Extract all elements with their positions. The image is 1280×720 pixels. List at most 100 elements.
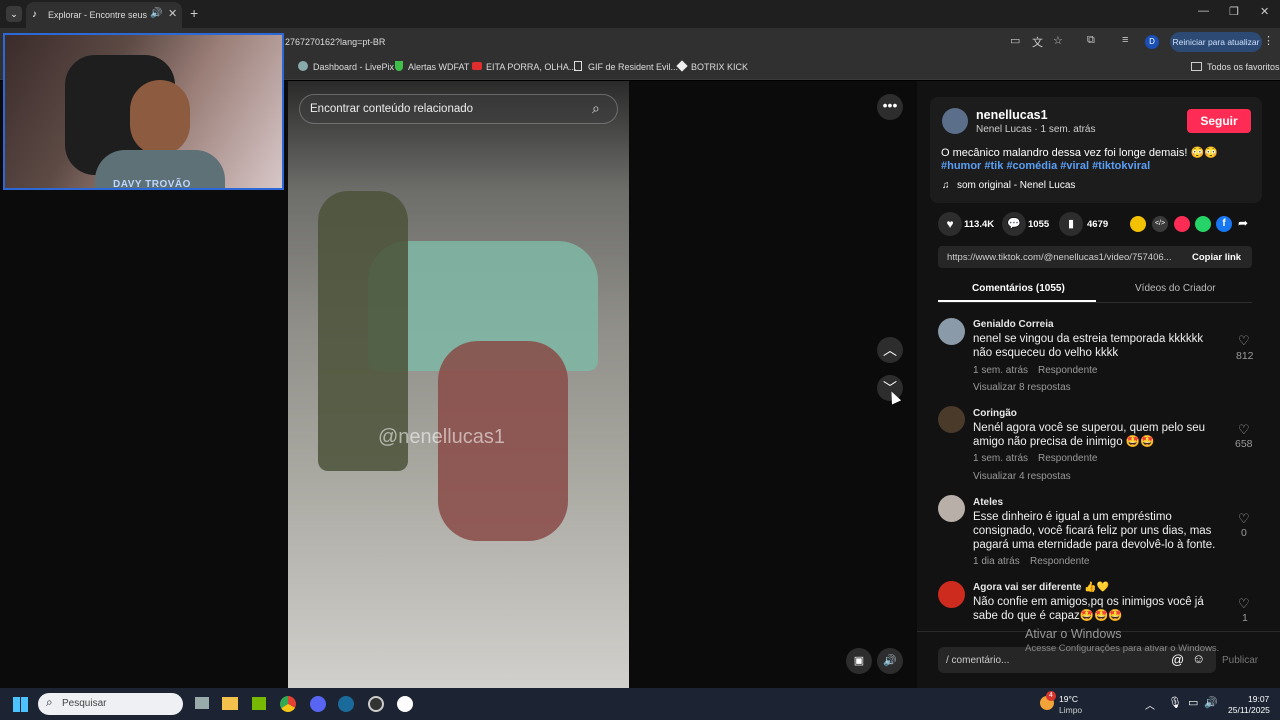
file-explorer-icon[interactable] bbox=[222, 697, 238, 710]
network-icon[interactable]: ▭ bbox=[1188, 696, 1198, 709]
discord-icon[interactable] bbox=[310, 696, 326, 712]
tray-chevron-icon[interactable]: ︿ bbox=[1145, 697, 1155, 712]
all-favorites[interactable]: Todos os favoritos bbox=[1207, 62, 1280, 72]
clock-date[interactable]: 25/11/2025 bbox=[1228, 705, 1270, 715]
windows-start-icon[interactable] bbox=[13, 697, 28, 712]
creator-username[interactable]: nenellucas1 bbox=[976, 108, 1048, 122]
hashtag[interactable]: #tiktokviral bbox=[1092, 160, 1150, 172]
volume-button[interactable]: 🔊 bbox=[877, 648, 903, 674]
update-button[interactable]: Reiniciar para atualizar bbox=[1170, 32, 1262, 52]
pip-button[interactable]: ▣ bbox=[846, 648, 872, 674]
reply-link[interactable]: Respondente bbox=[1038, 365, 1098, 376]
video-player[interactable]: @nenellucas1 bbox=[288, 81, 629, 688]
search-icon[interactable]: ⌕ bbox=[592, 100, 600, 117]
shield-icon bbox=[395, 61, 403, 71]
tab-audio-icon[interactable]: 🔊 bbox=[150, 8, 162, 19]
facebook-icon[interactable]: f bbox=[1216, 216, 1232, 232]
close-window-button[interactable]: ✕ bbox=[1260, 5, 1269, 18]
minimize-button[interactable]: — bbox=[1198, 5, 1209, 17]
menu-icon[interactable]: ⋮ bbox=[1263, 34, 1274, 47]
sound-name[interactable]: som original - Nenel Lucas bbox=[957, 180, 1075, 191]
bookmark-item[interactable]: GIF de Resident Evil... bbox=[588, 62, 678, 72]
tab-comments[interactable]: Comentários (1055) bbox=[972, 283, 1065, 294]
translate-icon[interactable]: 文 bbox=[1032, 34, 1043, 50]
comment-icon[interactable]: 💬 bbox=[1002, 212, 1026, 236]
repost-icon[interactable] bbox=[1130, 216, 1146, 232]
nvidia-icon[interactable] bbox=[252, 697, 266, 710]
hashtag[interactable]: #viral bbox=[1060, 160, 1089, 172]
streamer-head bbox=[130, 80, 190, 155]
bookmark-item[interactable]: Dashboard - LivePix bbox=[313, 62, 394, 72]
comment-like-icon[interactable]: ♡ bbox=[1238, 511, 1250, 527]
mention-icon[interactable]: @ bbox=[1171, 652, 1184, 667]
active-tab[interactable]: ♪ Explorar - Encontre seus vi 🔊 ✕ bbox=[26, 2, 182, 28]
comment-like-icon[interactable]: ♡ bbox=[1238, 422, 1250, 438]
livepix-icon bbox=[298, 61, 308, 71]
tab-list-button[interactable]: ⌄ bbox=[6, 6, 22, 22]
reading-list-icon[interactable]: ≡ bbox=[1122, 34, 1128, 46]
comment-like-count: 1 bbox=[1242, 612, 1248, 624]
restore-button[interactable]: ❐ bbox=[1229, 5, 1239, 18]
view-replies[interactable]: Visualizar 4 respostas bbox=[973, 471, 1071, 482]
reply-link[interactable]: Respondente bbox=[1038, 453, 1098, 464]
more-options-button[interactable]: ••• bbox=[877, 94, 903, 120]
copy-link-button[interactable]: Copiar link bbox=[1192, 252, 1241, 263]
tab-creator-videos[interactable]: Vídeos do Criador bbox=[1135, 283, 1216, 294]
comment-like-icon[interactable]: ♡ bbox=[1238, 596, 1250, 612]
like-icon[interactable]: ♥ bbox=[938, 212, 962, 236]
bookmark-item[interactable]: BOTRIX KICK bbox=[691, 62, 748, 72]
extensions-icon[interactable]: ⧉ bbox=[1087, 34, 1095, 47]
tab-divider bbox=[938, 302, 1252, 303]
hashtag[interactable]: #humor bbox=[941, 160, 981, 172]
reply-link[interactable]: Respondente bbox=[1030, 556, 1090, 567]
view-replies[interactable]: Visualizar 8 respostas bbox=[973, 382, 1071, 393]
share-arrow-icon[interactable]: ➦ bbox=[1238, 216, 1248, 230]
star-icon[interactable]: ☆ bbox=[1053, 34, 1063, 47]
creator-subline: Nenel Lucas · 1 sem. atrás bbox=[976, 124, 1096, 135]
commenter-avatar[interactable] bbox=[938, 318, 965, 345]
hashtag[interactable]: #tik bbox=[984, 160, 1003, 172]
commenter-avatar[interactable] bbox=[938, 495, 965, 522]
commenter-name[interactable]: Coringão bbox=[973, 408, 1017, 419]
speaker-icon[interactable]: 🔊 bbox=[1204, 696, 1218, 709]
chrome-icon[interactable] bbox=[280, 696, 296, 712]
commenter-name[interactable]: Genialdo Correia bbox=[973, 319, 1054, 330]
clock-time[interactable]: 19:07 bbox=[1248, 694, 1269, 704]
bookmark-item[interactable]: EITA PORRA, OLHA... bbox=[486, 62, 576, 72]
comment-time: 1 sem. atrás bbox=[973, 365, 1029, 376]
embed-icon[interactable]: </> bbox=[1152, 216, 1168, 232]
send-icon[interactable] bbox=[1174, 216, 1190, 232]
hashtag[interactable]: #comédia bbox=[1006, 160, 1057, 172]
creator-avatar[interactable] bbox=[942, 108, 968, 134]
weather-temp[interactable]: 19°C bbox=[1059, 694, 1078, 704]
url-field[interactable]: 2767270162?lang=pt-BR bbox=[285, 37, 385, 47]
steam-icon[interactable] bbox=[338, 696, 354, 712]
video-search-bar[interactable]: Encontrar conteúdo relacionado ⌕ bbox=[299, 94, 618, 124]
bookmark-icon[interactable]: ▮ bbox=[1059, 212, 1083, 236]
media-player-icon[interactable] bbox=[397, 696, 413, 712]
taskbar-search[interactable] bbox=[38, 693, 183, 715]
music-note-icon: ♫ bbox=[942, 180, 950, 191]
microphone-icon[interactable]: 🎙 bbox=[1168, 696, 1182, 709]
commenter-name[interactable]: Agora vai ser diferente 👍💛 bbox=[973, 582, 1109, 593]
new-tab-button[interactable]: + bbox=[190, 5, 198, 21]
tab-close-icon[interactable]: ✕ bbox=[168, 7, 177, 20]
obs-icon[interactable] bbox=[368, 696, 384, 712]
bookmark-item[interactable]: Alertas WDFAT bbox=[408, 62, 469, 72]
cast-icon[interactable]: ▭ bbox=[1010, 34, 1020, 47]
commenter-name[interactable]: Ateles bbox=[973, 497, 1003, 508]
task-view-icon[interactable] bbox=[195, 697, 209, 709]
comment-time: 1 dia atrás bbox=[973, 556, 1020, 567]
webcam-overlay: DAVY TROVÃO bbox=[3, 33, 284, 190]
commenter-avatar[interactable] bbox=[938, 406, 965, 433]
previous-video-button[interactable]: ︿ bbox=[877, 337, 903, 363]
profile-avatar[interactable]: D bbox=[1145, 35, 1159, 49]
comment-like-icon[interactable]: ♡ bbox=[1238, 333, 1250, 349]
video-link: https://www.tiktok.com/@nenellucas1/vide… bbox=[947, 252, 1172, 263]
comment-time: 1 sem. atrás bbox=[973, 453, 1029, 464]
publish-button[interactable]: Publicar bbox=[1222, 655, 1258, 666]
whatsapp-icon[interactable] bbox=[1195, 216, 1211, 232]
tab-bar: ⌄ ♪ Explorar - Encontre seus vi 🔊 ✕ + — … bbox=[0, 0, 1280, 28]
follow-button[interactable]: Seguir bbox=[1187, 109, 1251, 133]
commenter-avatar[interactable] bbox=[938, 581, 965, 608]
